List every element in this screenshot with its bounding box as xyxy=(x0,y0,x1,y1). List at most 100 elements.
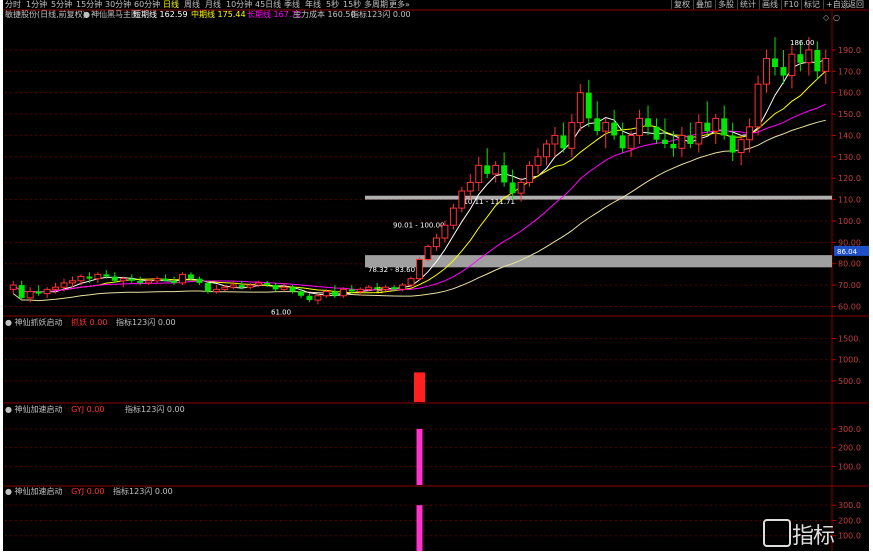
chart-window: 分时 1分钟 5分钟 15分钟 30分钟 60分钟 日线 周线 月线 10分钟 45日线 季线 年线 5秒… xyxy=(3,0,869,551)
candle-body-18 xyxy=(162,278,169,281)
candle-body-86 xyxy=(737,139,745,154)
candle-body-38 xyxy=(331,291,338,296)
candle-body-64 xyxy=(551,134,559,145)
candle-body-33 xyxy=(289,287,296,292)
candle-body-56 xyxy=(484,165,491,174)
candle-body-58 xyxy=(501,165,508,183)
candle-body-93 xyxy=(797,54,804,63)
sub1-tick-label-0: 1500. xyxy=(838,335,861,344)
candle-body-82 xyxy=(704,122,711,132)
candle-body-6 xyxy=(60,282,68,288)
candle-body-87 xyxy=(746,126,754,141)
circle-icon: ○ xyxy=(833,13,840,22)
candle-body-73 xyxy=(627,134,635,149)
candle-body-77 xyxy=(661,139,668,144)
candle-body-80 xyxy=(687,135,694,144)
main-tick-label-0: 190.0 xyxy=(838,46,861,55)
sub3-bar-0 xyxy=(416,505,423,551)
main-tick-label-3: 150.0 xyxy=(838,110,861,119)
sub1-tick-label-2: 500.0 xyxy=(838,377,861,386)
candle-body-9 xyxy=(86,276,93,279)
candle-body-53 xyxy=(458,190,466,209)
candle-body-94 xyxy=(805,49,813,64)
candle-body-90 xyxy=(772,58,778,68)
candle-body-32 xyxy=(280,286,288,290)
candle-body-51 xyxy=(441,224,449,239)
candle-body-68 xyxy=(585,92,592,119)
main-tick-label-10: 80.00 xyxy=(838,260,861,269)
candle-body-4 xyxy=(43,288,51,295)
sub1-title: 神仙抓妖启动 xyxy=(14,318,63,327)
candle-body-63 xyxy=(542,143,550,158)
candle-body-46 xyxy=(399,284,407,290)
sub3-dot: ● xyxy=(5,487,12,496)
current-price-value: 86.04 xyxy=(837,248,858,256)
high-price-label: 186.00 xyxy=(790,39,815,47)
sub2-tick-label-1: 200.0 xyxy=(838,444,861,453)
candle-body-83 xyxy=(712,117,720,132)
candle-body-35 xyxy=(306,295,313,301)
main-tick-label-1: 170.0 xyxy=(838,67,861,76)
candle-body-19 xyxy=(171,280,178,283)
candle-body-78 xyxy=(670,143,677,149)
candle-body-85 xyxy=(729,135,736,153)
resistance-zone-high xyxy=(365,195,832,200)
sub2-bar-0 xyxy=(416,428,423,485)
candle-body-13 xyxy=(119,278,127,282)
candle-body-66 xyxy=(568,122,576,149)
sub1-item-0-label: 抓妖 xyxy=(71,318,88,327)
candle-body-40 xyxy=(348,289,355,292)
chart-canvas: 190.0 170.0 160.0 150.0 140.0 130.0 120.0 110.0… xyxy=(3,9,869,551)
candle-body-14 xyxy=(128,278,135,281)
candle-body-60 xyxy=(517,181,525,194)
candle-body-81 xyxy=(695,122,703,145)
candle-body-52 xyxy=(449,207,457,226)
sub3-item-0-label: GYJ xyxy=(71,487,85,496)
resistance-zone-low xyxy=(365,255,832,268)
sub1-tick-label-1: 1000. xyxy=(838,356,861,365)
low-price-label: 61.00 xyxy=(271,308,291,316)
sub3-item-0-value: 0.00 xyxy=(86,487,105,496)
candle-body-75 xyxy=(645,118,651,127)
candle-body-26 xyxy=(229,284,237,288)
candle-body-28 xyxy=(246,284,254,288)
candle-body-17 xyxy=(153,278,161,282)
candle-body-69 xyxy=(594,118,601,132)
sub2-item-0-label: GYJ xyxy=(71,405,85,414)
sub3-item-1-label: 指标123闪 xyxy=(113,487,153,496)
candle-body-84 xyxy=(721,118,728,136)
candle-body-95 xyxy=(814,49,821,72)
candle-body-37 xyxy=(322,290,330,297)
candle-body-3 xyxy=(35,291,42,294)
candle-body-55 xyxy=(475,164,483,183)
candle-body-23 xyxy=(204,282,211,292)
sub1-dot: ● xyxy=(5,318,12,327)
sub2-header: ● 神仙加速启动 GYJ 0.00 指标123闪 0.00 xyxy=(5,405,185,415)
candle-body-25 xyxy=(221,286,229,290)
main-tick-label-7: 110.0 xyxy=(838,196,861,205)
candle-body-5 xyxy=(52,286,60,290)
candle-body-45 xyxy=(391,287,398,290)
candle-body-49 xyxy=(424,246,432,260)
main-tick-label-11: 70.00 xyxy=(838,281,861,290)
candle-body-31 xyxy=(272,285,279,290)
candle-body-10 xyxy=(94,273,102,280)
candle-body-74 xyxy=(636,117,644,136)
candle-body-41 xyxy=(356,288,364,292)
candle-body-7 xyxy=(69,280,76,284)
sub2-item-0-value: 0.00 xyxy=(86,405,105,414)
zone-mid-label: 90.01 - 100.00 xyxy=(393,221,445,229)
candle-body-47 xyxy=(407,278,415,286)
candle-body-91 xyxy=(780,67,787,76)
sub2-dot: ● xyxy=(5,405,12,414)
sub1-bar-0 xyxy=(414,372,425,402)
candle-body-34 xyxy=(298,291,304,296)
candle-body-65 xyxy=(560,135,567,149)
candle-body-12 xyxy=(111,276,118,281)
candle-body-0 xyxy=(9,284,17,290)
sub1-item-1-label: 指标123闪 xyxy=(115,318,156,327)
sub3-tick-label-0: 300.0 xyxy=(838,501,861,510)
candle-body-39 xyxy=(339,288,347,297)
sub2-title: 神仙加速启动 xyxy=(14,405,63,414)
sub3-item-1-value: 0.00 xyxy=(154,487,173,496)
